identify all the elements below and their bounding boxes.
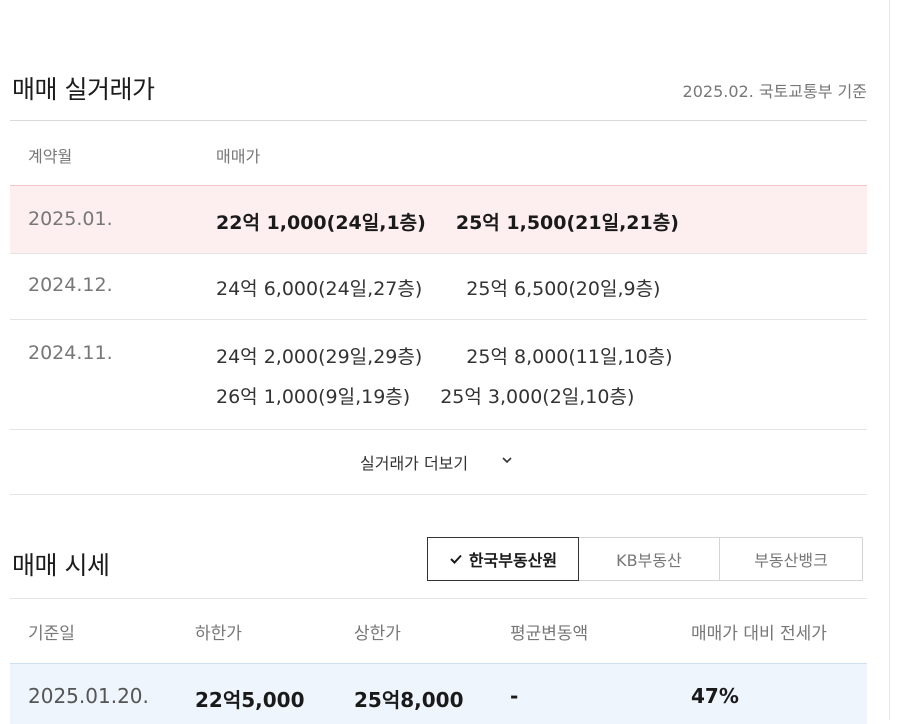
header-sale-price: 매매가: [216, 147, 261, 166]
tab-label: KB부동산: [616, 551, 682, 570]
trade-more-label: 실거래가 더보기: [360, 454, 469, 473]
divider: [10, 494, 867, 495]
trade-source-note: 2025.02. 국토교통부 기준: [682, 82, 867, 101]
tab-reb[interactable]: 한국부동산원: [427, 537, 579, 581]
tab-kb[interactable]: KB부동산: [579, 537, 720, 581]
trade-row-month: 2024.11.: [28, 342, 113, 364]
header-contract-month: 계약월: [28, 147, 73, 166]
deal-line: 22억 1,000(24일,1층) 25억 1,500(21일,21층): [216, 208, 679, 235]
scroll-edge: [889, 0, 890, 720]
chevron-down-icon: [502, 457, 512, 464]
trade-row: 2025.01. 22억 1,000(24일,1층) 25억 1,500(21일,…: [10, 185, 867, 254]
trade-row: 2024.12. 24억 6,000(24일,27층) 25억 6,500(20일…: [10, 253, 867, 320]
header-base-date: 기준일: [28, 624, 75, 644]
market-low: 22억5,000: [195, 688, 305, 712]
market-ratio: 47%: [691, 684, 739, 708]
trade-row: 2024.11. 24억 2,000(29일,29층) 25억 8,000(11일…: [10, 319, 867, 430]
trade-section-title: 매매 실거래가: [12, 75, 155, 104]
header-low-price: 하한가: [195, 624, 242, 644]
deal-item: 26억 1,000(9일,19층): [216, 386, 411, 408]
trade-row-month: 2025.01.: [28, 208, 113, 230]
check-icon: [450, 554, 462, 564]
market-date: 2025.01.20.: [28, 684, 149, 708]
market-source-tabs: 한국부동산원 KB부동산 부동산뱅크: [427, 537, 863, 581]
trade-row-month: 2024.12.: [28, 274, 113, 296]
deal-item: 22억 1,000(24일,1층): [216, 212, 426, 234]
deal-line: 24억 6,000(24일,27층) 25억 6,500(20일,9층): [216, 274, 660, 301]
trade-more-button[interactable]: 실거래가 더보기: [10, 430, 867, 494]
deal-item: 25억 8,000(11일,10층): [466, 346, 673, 368]
header-high-price: 상한가: [354, 624, 401, 644]
deal-item: 24억 6,000(24일,27층): [216, 278, 423, 300]
market-section-title: 매매 시세: [12, 551, 110, 580]
deal-item: 25억 3,000(2일,10층): [440, 386, 635, 408]
trade-section-header: 매매 실거래가 2025.02. 국토교통부 기준: [10, 58, 867, 118]
tab-bank[interactable]: 부동산뱅크: [720, 537, 863, 581]
header-avg-change: 평균변동액: [510, 624, 589, 644]
header-jeonse-ratio: 매매가 대비 전세가: [691, 624, 827, 644]
deal-line: 24억 2,000(29일,29층) 25억 8,000(11일,10층): [216, 342, 673, 369]
tab-label: 부동산뱅크: [754, 551, 828, 570]
trade-table-header: 계약월 매매가: [10, 121, 867, 185]
tab-label: 한국부동산원: [468, 551, 558, 570]
deal-item: 25억 1,500(21일,21층): [455, 212, 679, 234]
deal-line: 26억 1,000(9일,19층) 25억 3,000(2일,10층): [216, 382, 634, 409]
market-avg-change: -: [510, 684, 519, 708]
deal-item: 24억 2,000(29일,29층): [216, 346, 423, 368]
market-row: 2025.01.20. 22억5,000 25억8,000 - 47%: [10, 663, 867, 724]
deal-item: 25억 6,500(20일,9층): [466, 278, 661, 300]
market-high: 25억8,000: [354, 688, 464, 712]
market-table-header: 기준일 하한가 상한가 평균변동액 매매가 대비 전세가: [10, 599, 867, 663]
